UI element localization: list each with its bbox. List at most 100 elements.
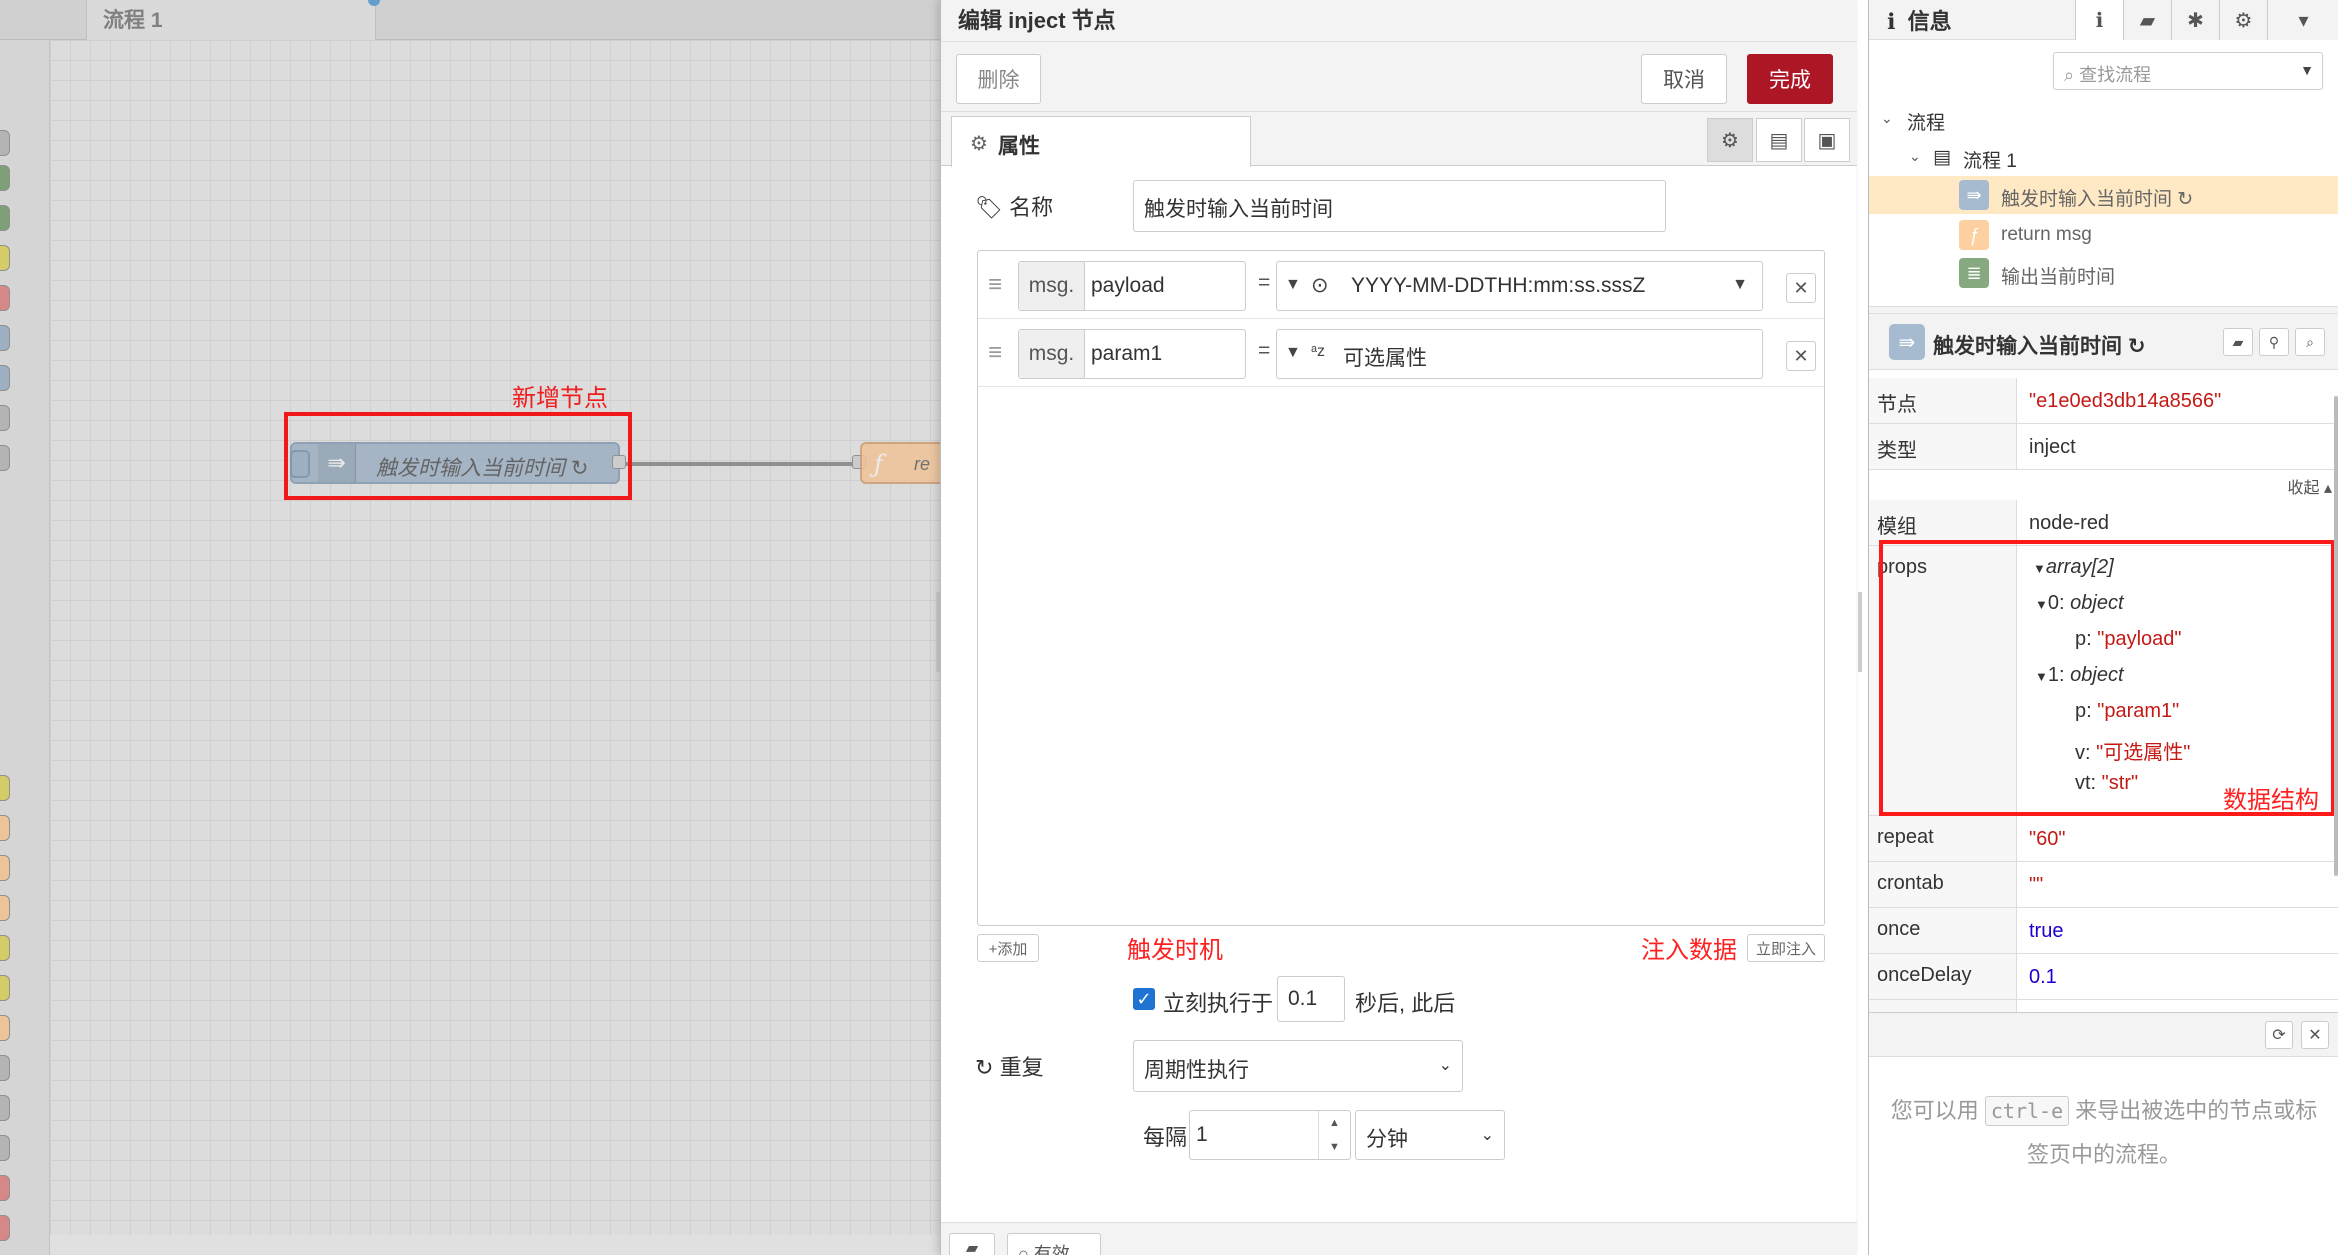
search-flows-input[interactable]: ⌕ 查找流程 ▼ (2053, 52, 2323, 90)
help-book-tab-icon[interactable]: ▰ (2123, 0, 2171, 40)
search-icon[interactable]: ⌕ (2295, 328, 2325, 356)
function-node[interactable]: ƒ re (860, 442, 940, 484)
debug-bug-tab-icon[interactable]: ✱ (2171, 0, 2219, 40)
tree-node-row[interactable]: ≣ 输出当前时间 (1869, 254, 2338, 292)
palette-node[interactable] (0, 935, 10, 961)
once-delay-input[interactable]: 0.1 (1277, 976, 1345, 1022)
chevron-down-icon: ⌄ (1438, 1057, 1452, 1074)
palette-node[interactable] (0, 325, 10, 351)
once-checkbox[interactable]: ✓ (1133, 988, 1155, 1010)
delete-button[interactable]: 删除 (956, 54, 1041, 104)
collapse-link[interactable]: 收起 ▴ (2288, 474, 2333, 498)
info-key: 节点 (1877, 394, 1917, 416)
interval-value: 1 (1196, 1123, 1208, 1146)
info-row-oncedelay: onceDelay 0.1 (1869, 954, 2338, 1000)
palette-node[interactable] (0, 815, 10, 841)
property-value-field[interactable]: ▼ ᵃz 可选属性 (1276, 329, 1763, 379)
msg-prefix: msg. (1019, 262, 1085, 310)
palette-node[interactable] (0, 1095, 10, 1121)
cancel-button[interactable]: 取消 (1641, 54, 1727, 104)
chevron-down-icon[interactable]: ⌄ (1909, 148, 1921, 165)
drag-handle-icon[interactable]: ≡ (988, 339, 1002, 367)
chevron-down-icon[interactable]: ▼ (2300, 62, 2314, 78)
done-button[interactable]: 完成 (1747, 54, 1833, 104)
palette-node[interactable] (0, 975, 10, 1001)
sidebar-menu-chevron-icon[interactable]: ▾ (2267, 0, 2338, 40)
node-label: re (914, 454, 931, 474)
inject-now-button[interactable]: 立即注入 (1747, 934, 1825, 962)
stepper-icon[interactable]: ▲ ▼ (1318, 1111, 1350, 1159)
repeat-label-text: 重复 (999, 1055, 1044, 1080)
name-input[interactable]: 触发时输入当前时间 (1133, 180, 1666, 232)
tray-header: 编辑 inject 节点 (941, 0, 1857, 42)
annotation-label: 数据结构 (2223, 787, 2319, 814)
enabled-toggle[interactable]: ○ 有效 (1007, 1233, 1101, 1255)
book-icon[interactable]: ▰ (2223, 328, 2253, 356)
palette-node[interactable] (0, 285, 10, 311)
property-name-field[interactable]: msg. param1 (1018, 329, 1246, 379)
property-value-field[interactable]: ▼ ⊙ YYYY-MM-DDTHH:mm:ss.sssZ ▼ (1276, 261, 1763, 311)
drag-handle-icon[interactable]: ≡ (988, 271, 1002, 299)
chevron-down-icon[interactable]: ▼ (1732, 276, 1748, 294)
refresh-icon[interactable]: ⟳ (2265, 1021, 2293, 1049)
once-label: 立刻执行于 (1163, 991, 1274, 1016)
tree-node-row[interactable]: ⇛ 触发时输入当前时间 ↻ (1869, 176, 2338, 214)
property-name-field[interactable]: msg. payload (1018, 261, 1246, 311)
info-value: 0.1 (2029, 966, 2057, 988)
book-icon[interactable]: ▰ (949, 1233, 995, 1255)
palette-node[interactable] (0, 775, 10, 801)
properties-list: ≡ msg. payload = ▼ ⊙ YYYY-MM-DDTHH:mm:ss… (977, 250, 1825, 926)
close-icon[interactable]: ✕ (2301, 1021, 2329, 1049)
description-tab-icon[interactable]: ▤ (1756, 118, 1802, 162)
tab-properties[interactable]: ⚙ 属性 (951, 116, 1251, 167)
settings-tab-icon[interactable]: ⚙ (1707, 118, 1753, 162)
property-name: param1 (1091, 342, 1163, 365)
remove-row-button[interactable]: ✕ (1786, 341, 1816, 371)
palette-node[interactable] (0, 445, 10, 471)
info-row-node: 节点 "e1e0ed3db14a8566" (1869, 378, 2338, 424)
palette-node[interactable] (0, 165, 10, 191)
palette-node[interactable] (0, 1135, 10, 1161)
interval-input[interactable]: 1 ▲ ▼ (1189, 1110, 1351, 1160)
flow-workspace[interactable]: 流程 1 ⇛ 触发时输入当前时间 ↻ ƒ re 新增节点 (0, 0, 940, 1255)
info-key: once (1877, 918, 1921, 940)
help-bar: ⟳ ✕ (1869, 1013, 2338, 1057)
palette-node[interactable] (0, 405, 10, 431)
debug-icon: ≣ (1959, 258, 1989, 288)
chevron-down-icon[interactable]: ⌄ (1881, 110, 1893, 127)
palette-node[interactable] (0, 1215, 10, 1241)
palette-node[interactable] (0, 130, 10, 156)
palette-node[interactable] (0, 1015, 10, 1041)
tab-flow-1[interactable]: 流程 1 (86, 0, 376, 40)
palette-node[interactable] (0, 1175, 10, 1201)
once-after-label: 秒后, 此后 (1355, 991, 1456, 1016)
repeat-select-value: 周期性执行 (1144, 1059, 1249, 1082)
scrollbar[interactable] (2334, 396, 2338, 876)
workspace-grid[interactable] (50, 40, 940, 1235)
splitter-handle[interactable] (1858, 592, 1862, 672)
tree-node-row[interactable]: ƒ return msg (1869, 216, 2338, 254)
appearance-tab-icon[interactable]: ▣ (1804, 118, 1850, 162)
palette-node[interactable] (0, 365, 10, 391)
palette-node[interactable] (0, 1055, 10, 1081)
edit-tray: 编辑 inject 节点 删除 取消 完成 ⚙ 属性 ⚙ ▤ ▣ 🏷 名称 触发… (940, 0, 1857, 1255)
info-value: "" (2029, 874, 2044, 896)
palette-node[interactable] (0, 895, 10, 921)
type-dropdown-icon[interactable]: ▼ (1285, 276, 1301, 294)
interval-unit-select[interactable]: 分钟 ⌄ (1355, 1110, 1505, 1160)
wire[interactable] (626, 462, 862, 466)
tree-root-row[interactable]: ⌄ 流程 (1869, 100, 2338, 138)
palette-node[interactable] (0, 245, 10, 271)
repeat-select[interactable]: 周期性执行 ⌄ (1133, 1040, 1463, 1092)
config-gear-tab-icon[interactable]: ⚙ (2219, 0, 2267, 40)
add-property-button[interactable]: +添加 (977, 934, 1039, 962)
info-tab-icon[interactable]: ℹ (2075, 0, 2123, 40)
palette-node[interactable] (0, 855, 10, 881)
remove-row-button[interactable]: ✕ (1786, 273, 1816, 303)
tree-flow-row[interactable]: ⌄ ▤ 流程 1 (1869, 138, 2338, 176)
type-dropdown-icon[interactable]: ▼ (1285, 344, 1301, 362)
sidebar-divider[interactable] (1869, 306, 2338, 314)
palette-node[interactable] (0, 205, 10, 231)
info-row-once: once true (1869, 908, 2338, 954)
link-icon[interactable]: ⚲ (2259, 328, 2289, 356)
